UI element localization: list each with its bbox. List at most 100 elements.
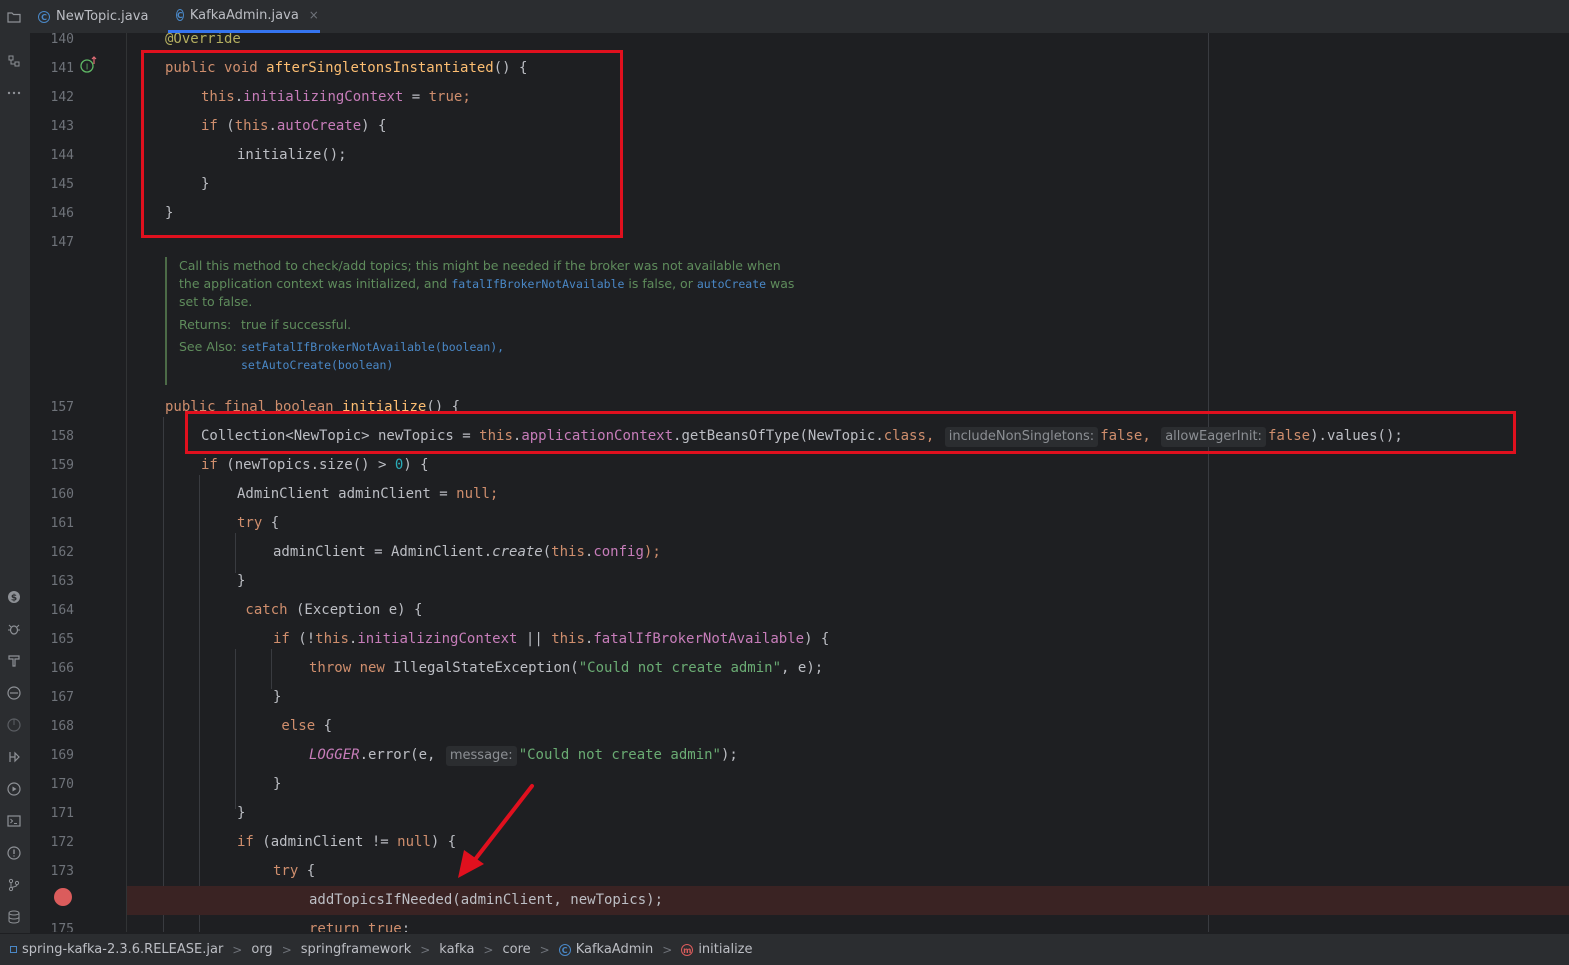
doc-code-link[interactable]: autoCreate xyxy=(697,277,766,291)
code-line[interactable]: } xyxy=(127,683,1569,712)
keyword-token: class xyxy=(883,428,926,444)
code-line[interactable]: adminClient = AdminClient.create(this.co… xyxy=(127,538,1569,567)
code-line[interactable]: } xyxy=(127,199,1569,228)
run-icon[interactable] xyxy=(5,780,23,798)
code-editor[interactable]: 140 141 I 142 143 144 145 146 147 157 15… xyxy=(31,33,1569,932)
debug-icon[interactable] xyxy=(5,620,23,638)
profiler-icon[interactable] xyxy=(5,716,23,734)
structure-icon[interactable] xyxy=(5,52,23,70)
doc-code-link[interactable]: fatalIfBrokerNotAvailable xyxy=(451,277,624,291)
code-line[interactable]: if (adminClient != null) { xyxy=(127,828,1569,857)
keyword-token: null xyxy=(397,834,431,850)
database-icon[interactable] xyxy=(5,908,23,926)
code-line[interactable]: else { xyxy=(127,712,1569,741)
line-number: 147 xyxy=(50,235,74,250)
code-line[interactable]: public void afterSingletonsInstantiated(… xyxy=(127,54,1569,83)
keyword-token: false xyxy=(1267,428,1311,444)
code-line[interactable]: LOGGER.error(e, message: "Could not creat… xyxy=(127,741,1569,770)
breadcrumb-method[interactable]: m initialize xyxy=(681,942,753,957)
code-token: AdminClient adminClient = xyxy=(237,486,457,502)
code-token: .error(e, xyxy=(359,747,444,763)
navigation-breadcrumb: spring-kafka-2.3.6.RELEASE.jar > org > s… xyxy=(0,933,1569,965)
code-token: { xyxy=(262,515,280,531)
breadcrumb-package[interactable]: springframework xyxy=(301,942,411,957)
git-icon[interactable] xyxy=(5,876,23,894)
doc-returns-label: Returns: xyxy=(179,317,232,332)
breadcrumb-package[interactable]: kafka xyxy=(439,942,474,957)
keyword-token: this xyxy=(234,118,269,134)
keyword-token: return true xyxy=(309,921,402,932)
code-token: } xyxy=(273,689,282,705)
code-line[interactable]: @Override xyxy=(127,33,1569,54)
field-token: fatalIfBrokerNotAvailable xyxy=(593,631,805,647)
string-token: "Could not create admin" xyxy=(518,747,721,763)
code-token: addTopicsIfNeeded(adminClient, newTopics… xyxy=(309,892,664,908)
code-line[interactable]: try { xyxy=(127,857,1569,886)
code-token: (adminClient != xyxy=(253,834,398,850)
project-folder-icon[interactable] xyxy=(5,8,23,26)
code-line[interactable]: catch (Exception e) { xyxy=(127,596,1569,625)
build-icon[interactable] xyxy=(5,652,23,670)
code-line[interactable]: throw new IllegalStateException("Could n… xyxy=(127,654,1569,683)
parameter-hint: message: xyxy=(445,746,517,766)
code-token: .getBeansOfType(NewTopic. xyxy=(673,428,884,444)
code-line[interactable]: initialize(); xyxy=(127,141,1569,170)
services-icon[interactable] xyxy=(5,684,23,702)
keyword-token: this xyxy=(315,631,349,647)
keyword-token: true xyxy=(428,89,463,105)
code-line[interactable]: } xyxy=(127,567,1569,596)
doc-text: the application context was initialized,… xyxy=(179,276,452,291)
tab-kafkaadmin[interactable]: C KafkaAdmin.java × xyxy=(168,0,320,33)
code-token: ); xyxy=(643,544,661,560)
code-line[interactable]: if (this.autoCreate) { xyxy=(127,112,1569,141)
left-tool-strip: $ xyxy=(0,0,31,933)
code-line[interactable]: try { xyxy=(127,509,1569,538)
breakpoint-line[interactable]: addTopicsIfNeeded(adminClient, newTopics… xyxy=(127,886,1569,915)
breadcrumb-package[interactable]: org xyxy=(251,942,272,957)
more-icon[interactable] xyxy=(5,84,23,102)
code-token: (! xyxy=(289,631,316,647)
doc-code-link[interactable]: setAutoCreate(boolean) xyxy=(241,358,393,372)
terminal-icon[interactable] xyxy=(5,812,23,830)
implements-gutter-icon[interactable]: I xyxy=(79,55,99,79)
code-token: ).values(); xyxy=(1310,428,1403,444)
code-line[interactable]: if (newTopics.size() > 0) { xyxy=(127,451,1569,480)
svg-text:$: $ xyxy=(11,594,17,604)
code-line[interactable]: this.initializingContext = true; xyxy=(127,83,1569,112)
code-line[interactable]: Collection<NewTopic> newTopics = this.ap… xyxy=(127,422,1569,451)
breakpoint-icon[interactable] xyxy=(54,888,72,906)
breadcrumb-jar[interactable]: spring-kafka-2.3.6.RELEASE.jar xyxy=(10,942,223,957)
code-line[interactable]: } xyxy=(127,770,1569,799)
code-line[interactable]: } xyxy=(127,170,1569,199)
doc-code-link[interactable]: setFatalIfBrokerNotAvailable(boolean), xyxy=(241,340,504,354)
dollar-icon[interactable]: $ xyxy=(5,588,23,606)
tab-newtopic[interactable]: C NewTopic.java xyxy=(30,0,168,33)
line-number: 170 xyxy=(50,777,74,792)
code-line[interactable]: AdminClient adminClient = null; xyxy=(127,480,1569,509)
line-number: 175 xyxy=(50,922,74,932)
method-name: afterSingletonsInstantiated xyxy=(266,60,494,76)
svg-text:I: I xyxy=(86,63,88,72)
method-name: initialize xyxy=(342,399,427,415)
line-number: 167 xyxy=(50,690,74,705)
breadcrumb-package[interactable]: core xyxy=(502,942,530,957)
code-token: ( xyxy=(542,544,552,560)
code-line[interactable]: } xyxy=(127,799,1569,828)
keyword-token: this xyxy=(479,428,513,444)
breadcrumb-class[interactable]: C KafkaAdmin xyxy=(558,942,653,957)
code-token: || xyxy=(517,631,552,647)
line-number: 166 xyxy=(50,661,74,676)
close-icon[interactable]: × xyxy=(309,8,319,22)
code-line[interactable]: if (!this.initializingContext || this.fa… xyxy=(127,625,1569,654)
doc-text: was xyxy=(766,276,795,291)
code-line[interactable]: return true; xyxy=(127,915,1569,932)
parameter-hint: includeNonSingletons: xyxy=(944,427,1099,447)
line-number: 169 xyxy=(50,748,74,763)
line-number: 162 xyxy=(50,545,74,560)
code-line[interactable]: public final boolean initialize() { xyxy=(127,393,1569,422)
code-token: ) { xyxy=(804,631,830,647)
field-token: applicationContext xyxy=(521,428,674,444)
tab-label: KafkaAdmin.java xyxy=(189,7,299,23)
problems-icon[interactable] xyxy=(5,844,23,862)
endpoints-icon[interactable] xyxy=(5,748,23,766)
